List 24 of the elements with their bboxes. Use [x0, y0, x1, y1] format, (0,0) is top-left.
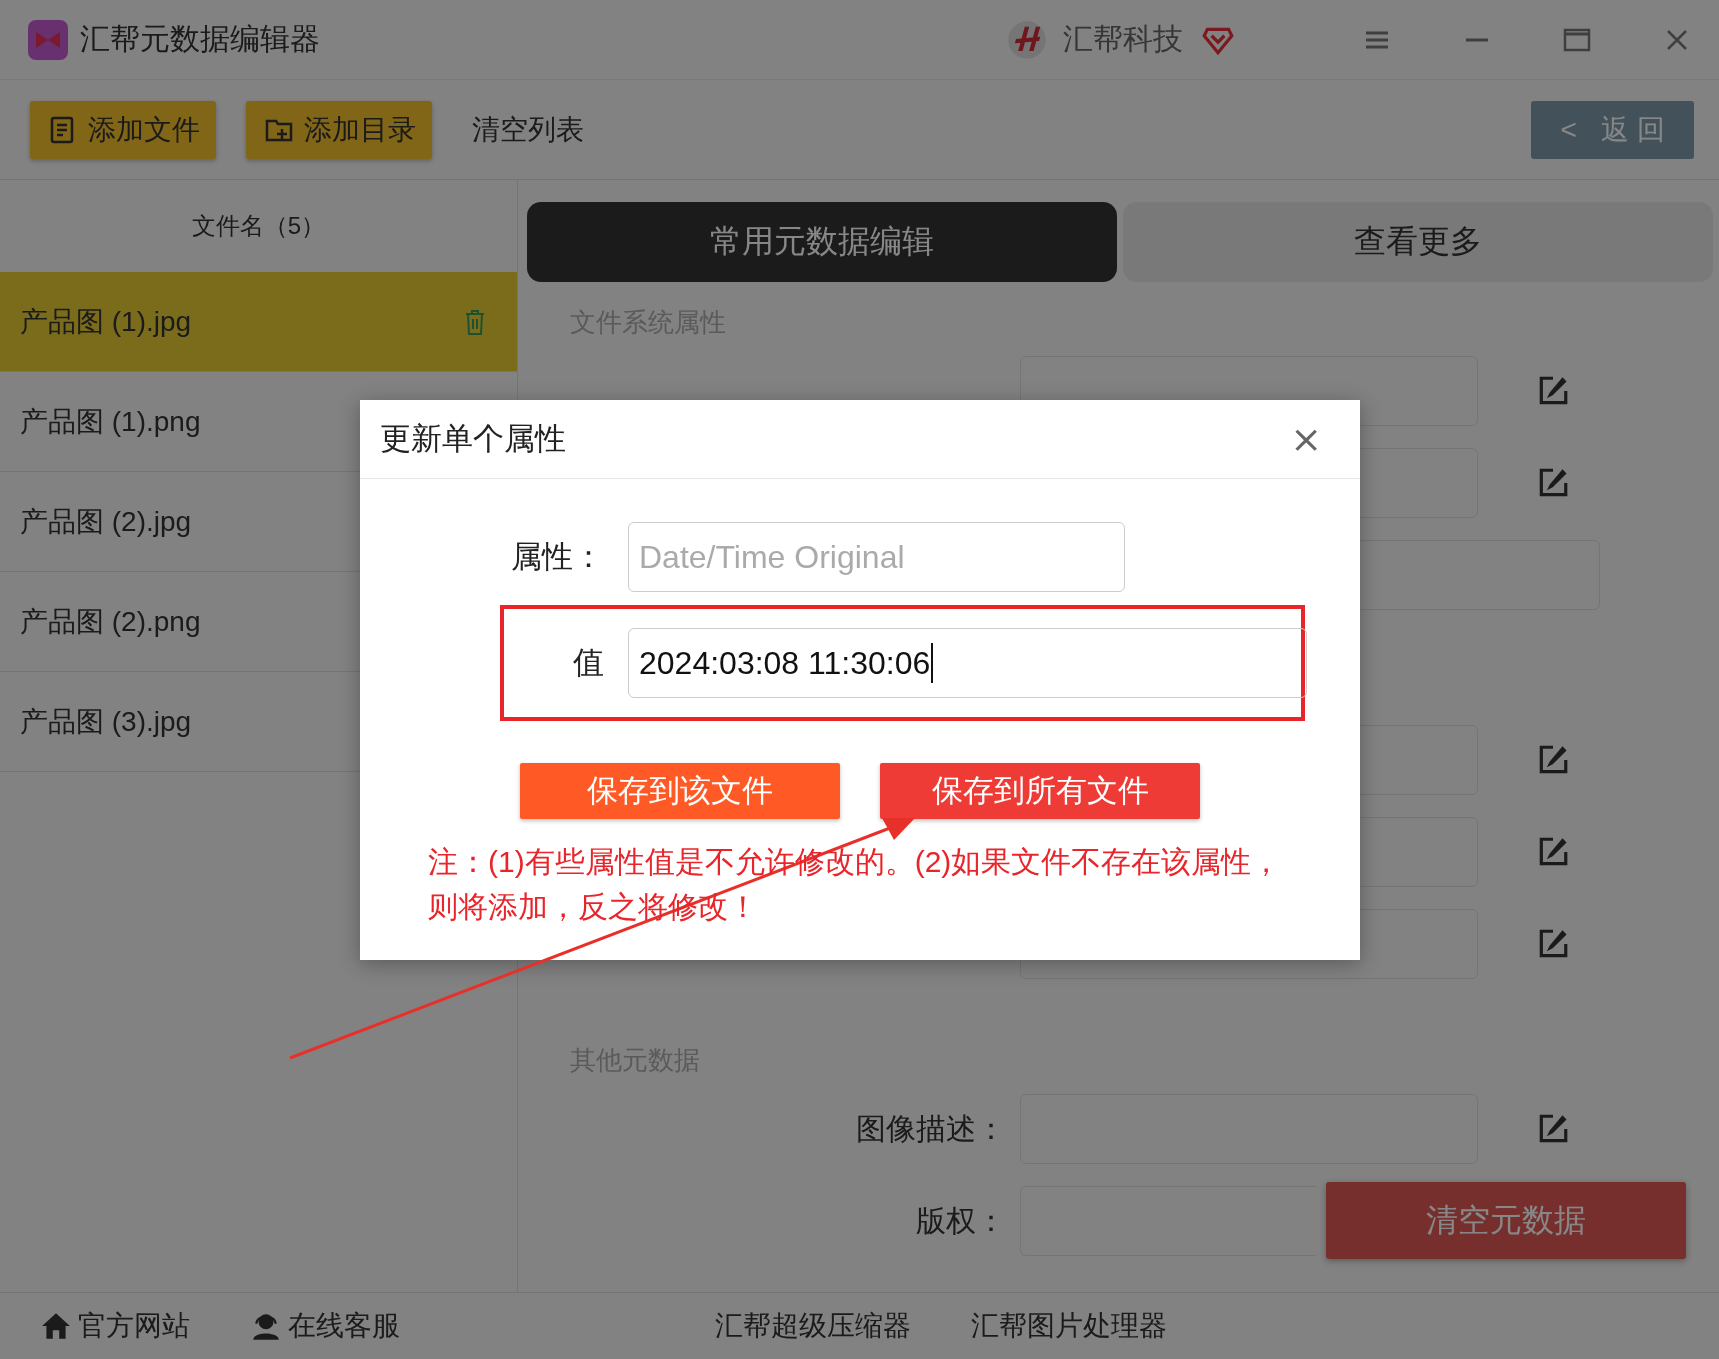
close-button[interactable]: × — [1282, 417, 1330, 461]
file-item[interactable]: 产品图 (1).jpg — [0, 272, 517, 372]
clear-metadata-button[interactable]: 清空元数据 — [1326, 1182, 1686, 1259]
brand-name: 汇帮科技 — [1063, 21, 1183, 57]
save-button[interactable]: 保存到所有文件 — [880, 763, 1200, 819]
toolbar-button[interactable]: 添加目录 — [246, 100, 432, 159]
field-label: 值 — [572, 644, 604, 682]
status-link[interactable]: 在线客服 — [250, 1307, 400, 1345]
app-logo-icon — [28, 19, 68, 60]
status-link[interactable]: 汇帮图片处理器 — [971, 1307, 1167, 1345]
tab[interactable]: 常用元数据编辑 — [527, 202, 1117, 282]
window-title: 汇帮元数据编辑器 — [80, 21, 320, 57]
trash-icon[interactable] — [463, 307, 487, 336]
back-button[interactable]: < 返 回 — [1531, 100, 1694, 159]
field-label: 图像描述： — [856, 1110, 1006, 1147]
clear-list-button[interactable]: 清空列表 — [462, 110, 594, 149]
file-list-header: 文件名（5） — [190, 211, 327, 241]
save-button[interactable]: 保存到该文件 — [520, 763, 840, 819]
tab[interactable]: 查看更多 — [1123, 202, 1713, 282]
field-label: 版权： — [916, 1202, 1006, 1239]
status-link[interactable]: 官方网站 — [40, 1307, 190, 1345]
value-field[interactable]: 2024:03:08 11:30:06 — [628, 628, 1307, 698]
status-link[interactable]: 汇帮超级压缩器 — [715, 1307, 911, 1345]
toolbar-button[interactable]: 添加文件 — [30, 100, 216, 159]
